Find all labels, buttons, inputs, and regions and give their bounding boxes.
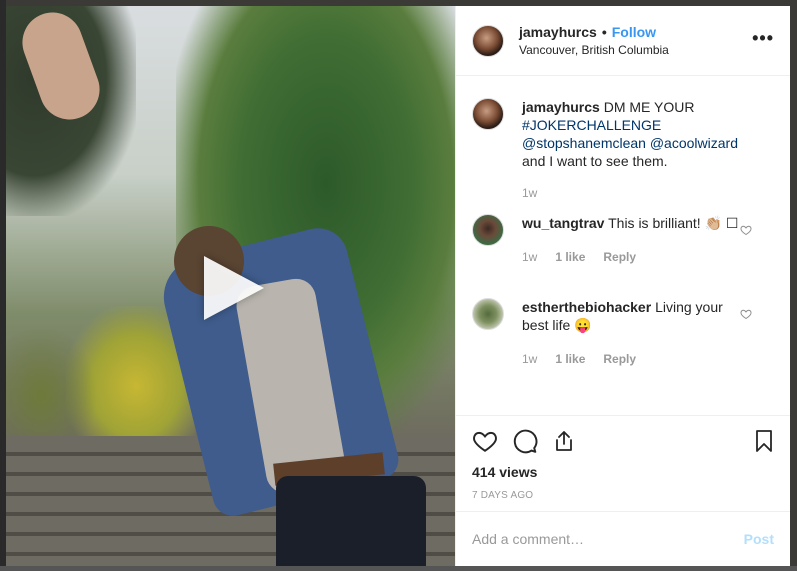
view-count[interactable]: 414 views bbox=[472, 464, 774, 480]
comment-body: wu_tangtrav This is brilliant! 👏🏼 ☐ 1w 1… bbox=[522, 214, 774, 266]
heart-icon[interactable] bbox=[740, 308, 752, 320]
author-info: jamayhurcs • Follow Vancouver, British C… bbox=[519, 24, 669, 57]
post-modal: jamayhurcs • Follow Vancouver, British C… bbox=[6, 6, 790, 566]
play-icon[interactable] bbox=[204, 256, 264, 320]
reply-button[interactable]: Reply bbox=[603, 248, 636, 266]
caption-text-end: and I want to see them. bbox=[522, 153, 668, 169]
mention-link[interactable]: @acoolwizard bbox=[650, 135, 738, 151]
person-jeans bbox=[276, 476, 426, 566]
action-icons bbox=[472, 428, 774, 454]
comment-body: estherthebiohacker Living your best life… bbox=[522, 298, 774, 368]
follow-button[interactable]: Follow bbox=[612, 24, 656, 40]
comment-time[interactable]: 1w bbox=[522, 248, 537, 266]
comment-time[interactable]: 1w bbox=[522, 350, 537, 368]
caption-avatar[interactable] bbox=[472, 98, 504, 130]
comment-item: wu_tangtrav This is brilliant! 👏🏼 ☐ 1w 1… bbox=[472, 214, 774, 266]
comment-meta: 1w 1 like Reply bbox=[522, 248, 744, 266]
author-avatar[interactable] bbox=[472, 24, 504, 57]
comments-list[interactable]: jamayhurcs DM ME YOUR #JOKERCHALLENGE @s… bbox=[456, 76, 790, 415]
caption: jamayhurcs DM ME YOUR #JOKERCHALLENGE @s… bbox=[472, 98, 774, 202]
more-icon[interactable]: ••• bbox=[752, 29, 774, 47]
heart-icon[interactable] bbox=[472, 428, 498, 454]
video-player[interactable] bbox=[6, 6, 455, 566]
comment-likes[interactable]: 1 like bbox=[555, 248, 585, 266]
author-username[interactable]: jamayhurcs bbox=[519, 24, 597, 40]
post-button[interactable]: Post bbox=[744, 531, 774, 547]
separator-dot: • bbox=[601, 24, 607, 40]
comment-trailing-glyph: ☐ bbox=[725, 215, 739, 231]
comment-item: estherthebiohacker Living your best life… bbox=[472, 298, 774, 368]
share-icon[interactable] bbox=[552, 428, 576, 454]
post-date[interactable]: 7 DAYS AGO bbox=[472, 490, 774, 501]
commenter-avatar[interactable] bbox=[472, 298, 504, 330]
comment-meta: 1w 1 like Reply bbox=[522, 350, 744, 368]
comment-username[interactable]: estherthebiohacker bbox=[522, 299, 651, 315]
heart-icon[interactable] bbox=[740, 224, 752, 236]
backdrop-bottom bbox=[0, 566, 797, 571]
caption-username[interactable]: jamayhurcs bbox=[522, 99, 600, 115]
comment-username[interactable]: wu_tangtrav bbox=[522, 215, 604, 231]
comment-icon[interactable] bbox=[512, 428, 538, 454]
caption-text: DM ME YOUR bbox=[603, 99, 695, 115]
post-actions: 414 views 7 DAYS AGO bbox=[456, 415, 790, 511]
comment-composer: Post bbox=[456, 511, 790, 566]
caption-meta: 1w bbox=[522, 184, 744, 202]
reply-button[interactable]: Reply bbox=[603, 350, 636, 368]
video-frame-person bbox=[155, 146, 426, 566]
post-location[interactable]: Vancouver, British Columbia bbox=[519, 43, 669, 57]
post-details-panel: jamayhurcs • Follow Vancouver, British C… bbox=[455, 6, 790, 566]
commenter-avatar[interactable] bbox=[472, 214, 504, 246]
mention-link[interactable]: @stopshanemclean bbox=[522, 135, 646, 151]
author-line: jamayhurcs • Follow bbox=[519, 24, 669, 40]
comment-text: This is brilliant! 👏🏼 bbox=[608, 215, 723, 231]
caption-time[interactable]: 1w bbox=[522, 184, 537, 202]
hashtag-link[interactable]: #JOKERCHALLENGE bbox=[522, 117, 661, 133]
caption-body: jamayhurcs DM ME YOUR #JOKERCHALLENGE @s… bbox=[522, 98, 774, 202]
comment-likes[interactable]: 1 like bbox=[555, 350, 585, 368]
comment-input[interactable] bbox=[472, 531, 744, 547]
post-header: jamayhurcs • Follow Vancouver, British C… bbox=[456, 6, 790, 76]
bookmark-icon[interactable] bbox=[752, 428, 776, 454]
